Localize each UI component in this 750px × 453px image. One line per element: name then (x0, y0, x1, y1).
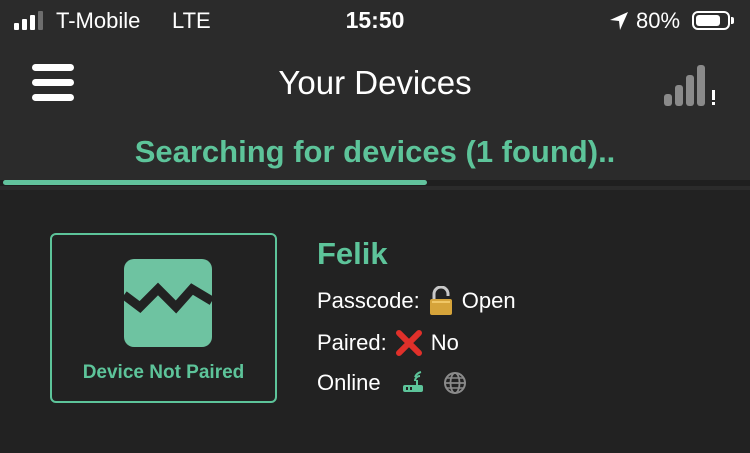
open-lock-icon (429, 286, 452, 315)
passcode-value: Open (461, 288, 516, 313)
paired-row: Paired: No (317, 328, 459, 358)
battery-percent: 80% (636, 8, 681, 33)
battery-cap (731, 17, 734, 24)
passcode-row: Passcode: Open (317, 286, 516, 316)
status-bar: T-Mobile LTE 15:50 80% (0, 0, 750, 42)
battery-icon (692, 11, 730, 30)
location-arrow-icon (610, 12, 628, 30)
paired-value: No (430, 330, 459, 355)
battery-fill (696, 15, 720, 26)
passcode-label: Passcode: (317, 288, 420, 313)
online-row: Online (317, 368, 467, 398)
search-progress-fill (3, 180, 427, 185)
device-name[interactable]: Felik (317, 236, 388, 272)
online-label: Online (317, 370, 381, 395)
search-status-text: Searching for devices (1 found).. (134, 134, 616, 169)
broken-device-icon (124, 259, 212, 347)
paired-label: Paired: (317, 330, 387, 355)
cross-mark-icon (395, 330, 422, 356)
globe-icon (443, 372, 466, 394)
router-icon (402, 371, 423, 392)
header-area: T-Mobile LTE 15:50 80% Your Devices Sear… (0, 0, 750, 190)
signal-warning-icon[interactable] (662, 62, 722, 108)
search-progress-bar (0, 180, 750, 186)
device-paired-status-label: Device Not Paired (82, 362, 245, 383)
devices-screen: T-Mobile LTE 15:50 80% Your Devices Sear… (0, 0, 750, 453)
page-title: Your Devices (278, 64, 472, 101)
device-card[interactable]: Device Not Paired (50, 233, 277, 403)
